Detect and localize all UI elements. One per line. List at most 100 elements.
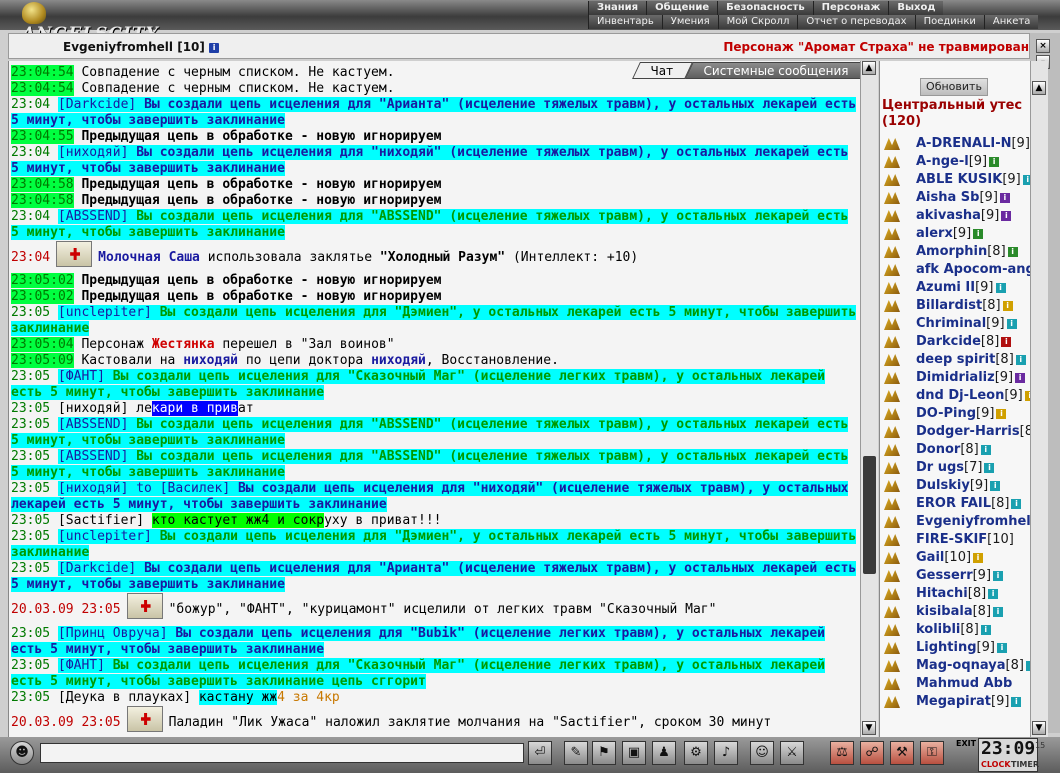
- user-name[interactable]: afk Apocom-ang: [916, 262, 1030, 277]
- info-icon[interactable]: i: [209, 43, 220, 53]
- timer-button[interactable]: TIMER: [1011, 760, 1039, 770]
- chat-nick[interactable]: [ABSSEND]: [58, 417, 128, 432]
- user-name[interactable]: Gail: [916, 550, 944, 565]
- user-info-icon[interactable]: i: [996, 409, 1007, 419]
- menu-item[interactable]: Общение: [646, 1, 718, 15]
- user-list-item[interactable]: A-DRENALI-N[9]i: [880, 135, 1030, 153]
- user-info-icon[interactable]: i: [1001, 211, 1012, 221]
- user-list-item[interactable]: Aisha Sb[9] i: [880, 189, 1030, 207]
- user-list-item[interactable]: Dimidrializ[9] i: [880, 369, 1030, 387]
- user-info-icon[interactable]: i: [1015, 373, 1026, 383]
- send-icon[interactable]: ⏎: [528, 741, 552, 765]
- user-info-icon[interactable]: i: [984, 463, 995, 473]
- chat-nick[interactable]: [unclepiter]: [58, 305, 152, 320]
- user-list-item[interactable]: Gail[10] i: [880, 549, 1030, 567]
- chat-nick[interactable]: [Sactifier]: [58, 513, 144, 528]
- user-name[interactable]: Hitachi: [916, 586, 968, 601]
- exit-label[interactable]: EXIT: [956, 739, 976, 748]
- smile-icon[interactable]: ☺: [750, 741, 774, 765]
- user-name[interactable]: Gesserr: [916, 568, 973, 583]
- hammer-icon[interactable]: ⚒: [890, 741, 914, 765]
- submenu-item[interactable]: Умения: [661, 15, 718, 29]
- user-name[interactable]: Donor: [916, 442, 960, 457]
- chat-nick[interactable]: [Darkcide]: [58, 561, 136, 576]
- character-name[interactable]: Evgeniyfromhell [10] i: [63, 40, 220, 54]
- user-name[interactable]: alerx: [916, 226, 953, 241]
- tab-system-messages[interactable]: Системные сообщения: [684, 62, 868, 79]
- user-name[interactable]: Megapirat: [916, 694, 991, 709]
- refresh-button[interactable]: Обновить: [920, 78, 988, 96]
- user-list-item[interactable]: kolibli[8] i: [880, 621, 1030, 639]
- user-info-icon[interactable]: i: [1002, 301, 1013, 311]
- user-info-icon[interactable]: i: [990, 481, 1001, 491]
- user-name[interactable]: kisibala: [916, 604, 973, 619]
- user-list-item[interactable]: Billardist[8] i: [880, 297, 1030, 315]
- user-name[interactable]: A-nge-l: [916, 154, 969, 169]
- scroll-down-icon[interactable]: ▼: [862, 721, 876, 735]
- user-name[interactable]: Lighting: [916, 640, 977, 655]
- user-list-item[interactable]: Chriminal[9] i: [880, 315, 1030, 333]
- user-list-item[interactable]: Dodger-Harris[8]: [880, 423, 1030, 441]
- user-list-item[interactable]: deep spirit[8] i: [880, 351, 1030, 369]
- user-list-item[interactable]: alerx[9] i: [880, 225, 1030, 243]
- user-list-item[interactable]: Gesserr[9] i: [880, 567, 1030, 585]
- user-list-item[interactable]: kisibala[8] i: [880, 603, 1030, 621]
- submenu-item[interactable]: Мой Скролл: [717, 15, 798, 29]
- user-name[interactable]: A-DRENALI-N: [916, 136, 1011, 151]
- user-name[interactable]: Dodger-Harris: [916, 424, 1020, 439]
- scroll-up-icon[interactable]: ▲: [862, 61, 876, 75]
- user-name[interactable]: Dulskiy: [916, 478, 970, 493]
- chat-scroll-thumb[interactable]: [863, 456, 876, 574]
- user-list-item[interactable]: FIRE-SKIF[10]: [880, 531, 1030, 549]
- user-name[interactable]: Azumi II: [916, 280, 975, 295]
- user-info-icon[interactable]: i: [989, 157, 1000, 167]
- user-list-item[interactable]: Dr ugs[7] i: [880, 459, 1030, 477]
- chat-nick[interactable]: [ниходяй]: [58, 145, 128, 160]
- user-name[interactable]: DO-Ping: [916, 406, 976, 421]
- menu-item[interactable]: Безопасность: [717, 1, 813, 15]
- user-info-icon[interactable]: i: [988, 589, 999, 599]
- music-icon[interactable]: ♪: [714, 741, 738, 765]
- user-info-icon[interactable]: i: [999, 193, 1010, 203]
- user-info-icon[interactable]: i: [1007, 247, 1018, 257]
- chat-nick[interactable]: [ФАНТ]: [58, 658, 105, 673]
- lock-icon[interactable]: ⚿: [920, 741, 944, 765]
- save-icon[interactable]: ▣: [622, 741, 646, 765]
- user-info-icon[interactable]: i: [993, 607, 1004, 617]
- chat-nick[interactable]: [ABSSEND]: [58, 449, 128, 464]
- user-list-scrollbar[interactable]: ▲ ▼: [1030, 61, 1048, 737]
- chat-name[interactable]: Жестянка: [152, 337, 215, 352]
- chat-nick[interactable]: [ниходяй]: [58, 401, 128, 416]
- user-name[interactable]: Mag-oqnaya: [916, 658, 1006, 673]
- user-list-item[interactable]: Mahmud Abb: [880, 675, 1030, 693]
- user-name[interactable]: Amorphin: [916, 244, 987, 259]
- message-input[interactable]: [40, 743, 524, 763]
- user-list-item[interactable]: dnd Dj-Leon[9]i: [880, 387, 1030, 405]
- user-info-icon[interactable]: i: [1011, 697, 1022, 707]
- user-name[interactable]: Aisha Sb: [916, 190, 979, 205]
- user-info-icon[interactable]: i: [973, 553, 984, 563]
- user-name[interactable]: FIRE-SKIF: [916, 532, 987, 547]
- user-list-item[interactable]: Darkcide[8] i: [880, 333, 1030, 351]
- user-list-item[interactable]: Amorphin[8] i: [880, 243, 1030, 261]
- submenu-item[interactable]: Поединки: [914, 15, 984, 29]
- user-info-icon[interactable]: i: [973, 229, 984, 239]
- scroll-icon[interactable]: ☍: [860, 741, 884, 765]
- user-info-icon[interactable]: i: [996, 643, 1007, 653]
- helmet-icon[interactable]: ⚔: [780, 741, 804, 765]
- menu-item[interactable]: Выход: [888, 1, 944, 15]
- user-name[interactable]: Mahmud Abb: [916, 676, 1012, 691]
- user-name[interactable]: Evgeniyfromhell: [916, 514, 1030, 529]
- user-name[interactable]: Chriminal: [916, 316, 986, 331]
- user-name[interactable]: Dimidrializ: [916, 370, 995, 385]
- user-info-icon[interactable]: i: [1011, 499, 1022, 509]
- flag-icon[interactable]: ⚑: [592, 741, 616, 765]
- chat-name[interactable]: Молочная Саша: [98, 250, 200, 265]
- scroll-down-icon[interactable]: ▼: [1032, 721, 1046, 735]
- user-info-icon[interactable]: i: [995, 283, 1006, 293]
- menu-item[interactable]: Знания: [588, 1, 647, 15]
- user-info-icon[interactable]: i: [993, 571, 1004, 581]
- user-name[interactable]: Billardist: [916, 298, 982, 313]
- user-info-icon[interactable]: i: [1015, 355, 1026, 365]
- user-info-icon[interactable]: i: [980, 625, 991, 635]
